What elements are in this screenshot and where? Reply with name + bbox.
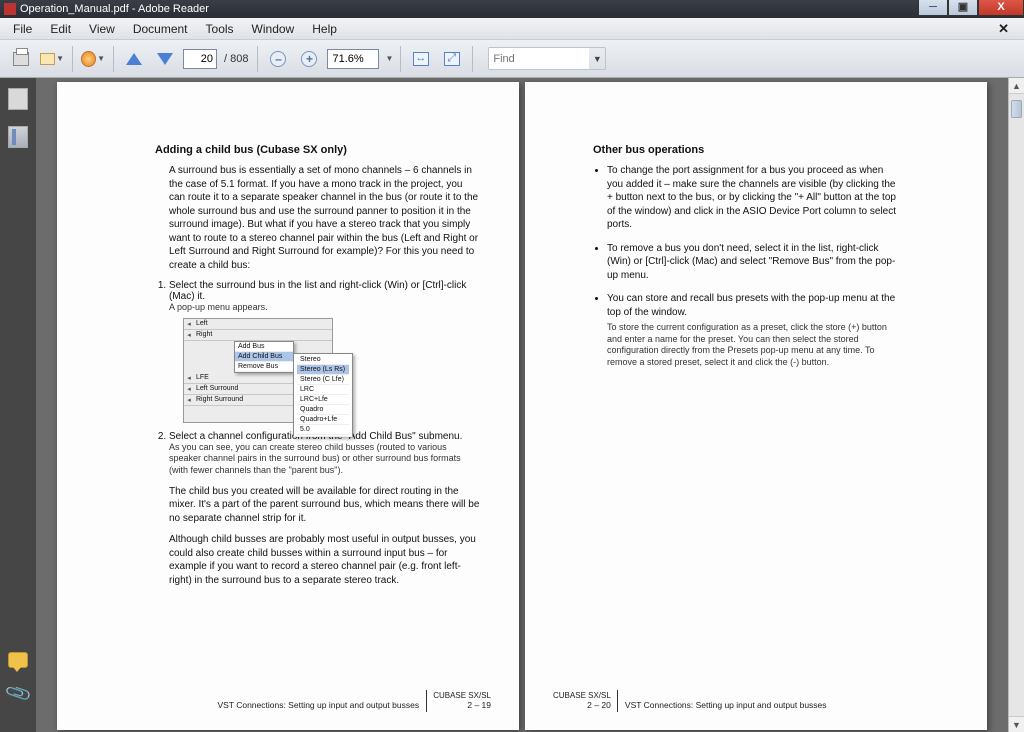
window-title: Operation_Manual.pdf - Adobe Reader — [20, 3, 209, 15]
window-close-button[interactable]: X — [978, 0, 1024, 16]
step-subtext: A pop-up menu appears. — [169, 302, 481, 314]
menu-help[interactable]: Help — [303, 19, 346, 39]
menu-bar: File Edit View Document Tools Window Hel… — [0, 18, 1024, 40]
printer-icon — [13, 52, 29, 66]
prev-page-button[interactable] — [121, 46, 147, 72]
scroll-thumb[interactable] — [1011, 100, 1022, 118]
menu-edit[interactable]: Edit — [41, 19, 80, 39]
collaborate-icon — [81, 51, 96, 67]
find-dropdown[interactable]: ▼ — [589, 54, 605, 64]
document-close-button[interactable]: ✕ — [989, 18, 1018, 40]
section-heading: Other bus operations — [593, 144, 899, 156]
menu-view[interactable]: View — [80, 19, 124, 39]
pages-panel-icon[interactable] — [8, 88, 28, 110]
section-heading: Adding a child bus (Cubase SX only) — [155, 144, 481, 156]
toolbar-separator — [72, 46, 73, 72]
page-count-label: / 808 — [224, 53, 248, 65]
embedded-screenshot: ◂Left ◂Right Add Bus Add Child Bus Remov… — [183, 318, 333, 423]
toolbar-separator — [472, 46, 473, 72]
window-minimize-button[interactable]: ─ — [918, 0, 948, 16]
comments-panel-icon[interactable] — [8, 652, 28, 668]
page-footer-right: CUBASE SX/SL2 – 20 VST Connections: Sett… — [553, 690, 827, 712]
page-number-input[interactable] — [183, 49, 217, 69]
body-paragraph: Although child busses are probably most … — [169, 533, 481, 587]
pdf-page-left: Adding a child bus (Cubase SX only) A su… — [57, 82, 519, 730]
bullet-item: To change the port assignment for a bus … — [607, 164, 899, 232]
bullet-item: You can store and recall bus presets wit… — [607, 292, 899, 369]
fit-width-icon — [413, 52, 429, 66]
toolbar-separator — [257, 46, 258, 72]
mail-icon — [40, 53, 55, 65]
pdf-icon — [4, 3, 16, 15]
document-view-area: Adding a child bus (Cubase SX only) A su… — [36, 78, 1024, 732]
menu-document[interactable]: Document — [124, 19, 197, 39]
vertical-scrollbar[interactable]: ▲ ▼ — [1008, 78, 1024, 732]
zoom-level-input[interactable] — [327, 49, 379, 69]
menu-file[interactable]: File — [4, 19, 41, 39]
fit-page-button[interactable] — [439, 46, 465, 72]
arrow-down-icon — [157, 53, 173, 65]
arrow-up-icon — [126, 53, 142, 65]
body-paragraph: The child bus you created will be availa… — [169, 485, 481, 526]
window-maximize-button[interactable]: ▣ — [948, 0, 978, 16]
minus-icon: – — [270, 51, 286, 67]
find-input[interactable] — [489, 48, 589, 69]
zoom-out-button[interactable]: – — [265, 46, 291, 72]
toolbar-separator — [400, 46, 401, 72]
step-text: Select the surround bus in the list and … — [169, 280, 481, 302]
find-field-wrapper: ▼ — [488, 47, 606, 70]
fit-page-icon — [444, 52, 460, 66]
print-button[interactable] — [8, 46, 34, 72]
attachments-panel-icon[interactable]: 📎 — [4, 680, 32, 709]
body-paragraph: A surround bus is essentially a set of m… — [169, 164, 481, 272]
next-page-button[interactable] — [152, 46, 178, 72]
page-footer-left: VST Connections: Setting up input and ou… — [217, 690, 491, 712]
scroll-down-arrow[interactable]: ▼ — [1009, 716, 1024, 732]
menu-window[interactable]: Window — [243, 19, 304, 39]
fit-width-button[interactable] — [408, 46, 434, 72]
bullet-item: To remove a bus you don't need, select i… — [607, 242, 899, 283]
bookmarks-panel-icon[interactable] — [8, 126, 28, 148]
scroll-up-arrow[interactable]: ▲ — [1009, 78, 1024, 94]
email-button[interactable]: ▼ — [39, 46, 65, 72]
menu-tools[interactable]: Tools — [197, 19, 243, 39]
pdf-page-right: Other bus operations To change the port … — [525, 82, 987, 730]
plus-icon: + — [301, 51, 317, 67]
toolbar-separator — [113, 46, 114, 72]
navigation-panel: 📎 — [0, 78, 36, 732]
step-subtext: As you can see, you can create stereo ch… — [169, 442, 481, 477]
window-titlebar: Operation_Manual.pdf - Adobe Reader ─ ▣ … — [0, 0, 1024, 18]
zoom-in-button[interactable]: + — [296, 46, 322, 72]
scroll-track[interactable] — [1009, 94, 1024, 716]
bullet-subtext: To store the current configuration as a … — [607, 322, 899, 369]
collaborate-button[interactable]: ▼ — [80, 46, 106, 72]
main-toolbar: ▼ ▼ / 808 – + ▼ ▼ — [0, 40, 1024, 78]
zoom-dropdown[interactable]: ▼ — [385, 54, 393, 63]
